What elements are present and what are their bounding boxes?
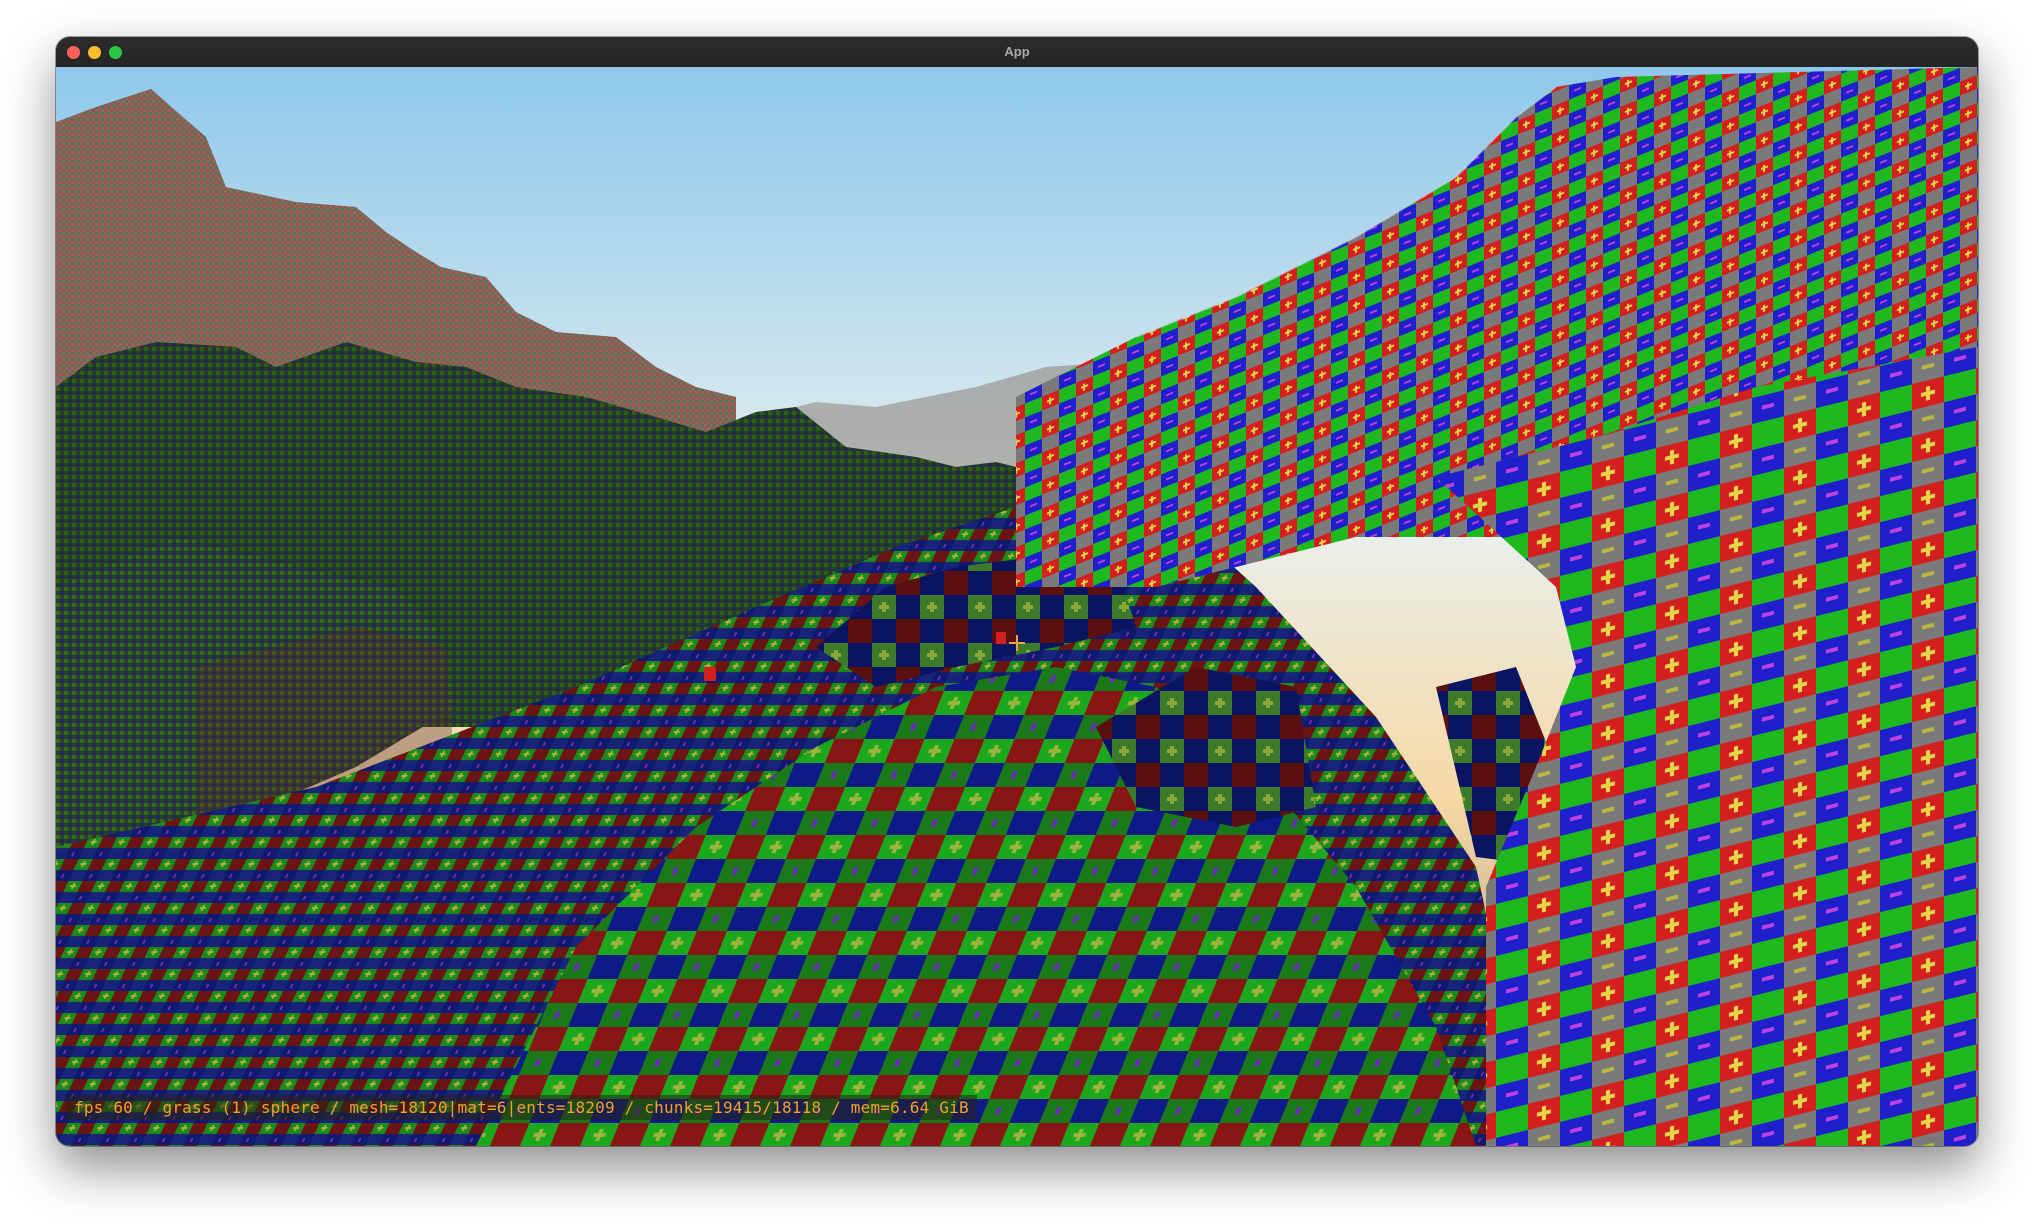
highlight-block — [996, 632, 1006, 644]
debug-stats-overlay: fps 60 / grass (1) sphere / mesh=18120|m… — [66, 1095, 977, 1120]
crosshair-icon — [1009, 635, 1025, 651]
app-window: App fps 60 / grass (1) sphere / mesh=181… — [56, 37, 1978, 1146]
highlight-block — [704, 667, 716, 681]
title-bar[interactable]: App — [56, 37, 1978, 68]
voxel-scene — [56, 67, 1978, 1146]
game-viewport[interactable]: fps 60 / grass (1) sphere / mesh=18120|m… — [56, 67, 1978, 1146]
window-title: App — [1004, 44, 1030, 59]
